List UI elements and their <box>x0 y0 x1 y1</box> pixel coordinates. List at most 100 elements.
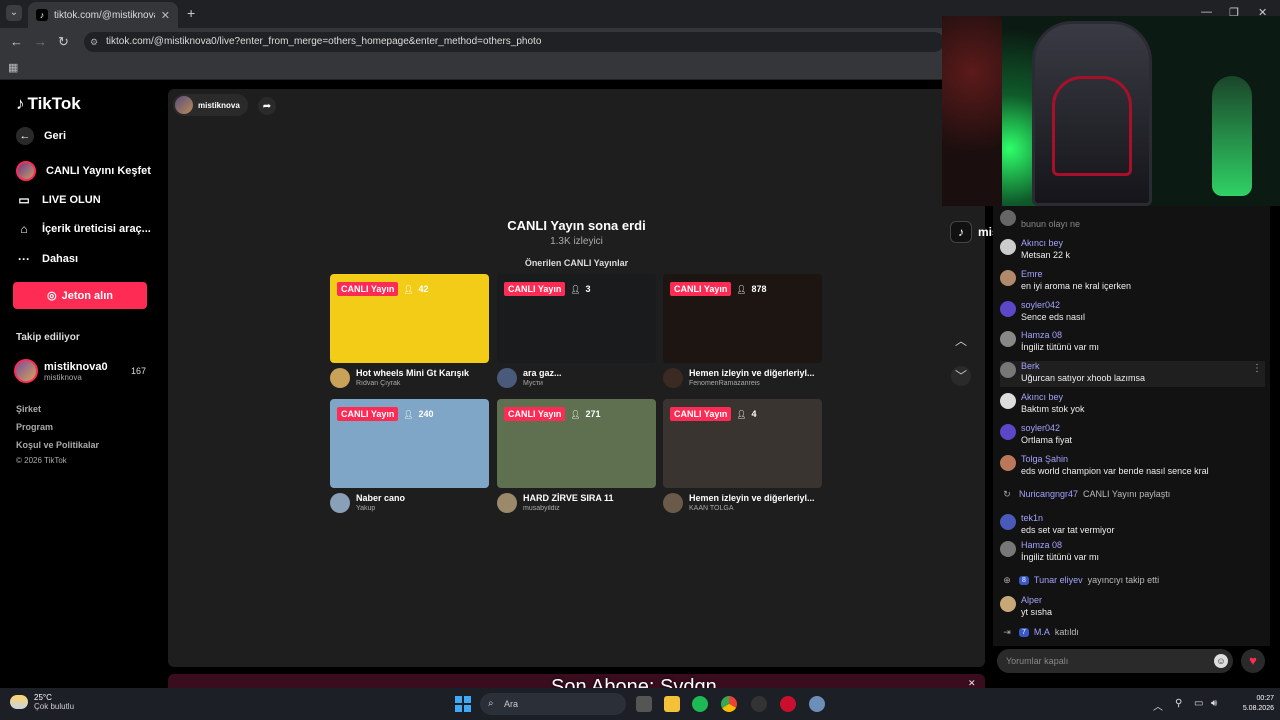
host-chip[interactable]: mistiknova <box>173 94 248 116</box>
card-title[interactable]: ara gaz... <box>523 368 655 378</box>
card-thumbnail[interactable]: CANLI Yayın 👤︎ 4 <box>663 399 822 488</box>
chat-username[interactable]: tek1n <box>1021 513 1043 523</box>
microphone-icon[interactable]: ⚲ <box>1175 698 1182 709</box>
avatar[interactable] <box>1000 455 1016 471</box>
chevron-up-icon[interactable]: ︿ <box>951 331 971 351</box>
card-thumbnail[interactable]: CANLI Yayın 👤︎ 240 <box>330 399 489 488</box>
comment-input[interactable]: Yorumlar kapalı <box>997 649 1233 673</box>
avatar[interactable] <box>497 493 517 513</box>
weather-widget[interactable]: 25°C Çok bulutlu <box>10 693 74 711</box>
following-user[interactable]: mistiknova0 mistiknova 167 <box>14 357 146 385</box>
recommended-live-card[interactable]: CANLI Yayın 👤︎ 4 Hemen izleyin ve diğerleri… <box>663 399 822 513</box>
tiktok-logo[interactable]: ♪ TikTok <box>16 94 81 114</box>
sidebar-item-more[interactable]: ··· Dahası <box>16 251 78 267</box>
avatar[interactable] <box>1000 362 1016 378</box>
avatar[interactable] <box>1000 301 1016 317</box>
avatar[interactable] <box>330 368 350 388</box>
card-title[interactable]: Hemen izleyin ve diğerleriyl... <box>689 368 821 378</box>
avatar[interactable] <box>497 368 517 388</box>
message-more-icon[interactable]: ⋮ <box>1252 363 1262 374</box>
avatar[interactable] <box>1000 424 1016 440</box>
avatar[interactable] <box>1000 210 1016 226</box>
card-thumbnail[interactable]: CANLI Yayın 👤︎ 878 <box>663 274 822 363</box>
avatar[interactable] <box>1000 331 1016 347</box>
taskbar-clock[interactable]: 00:27 5.08.2026 <box>1230 694 1274 714</box>
chat-message[interactable]: Akıncı bey Baktım stok yok <box>1000 392 1265 418</box>
chat-username[interactable]: Tunar eliyev <box>1034 575 1083 585</box>
display-icon[interactable]: ▭ <box>1194 698 1203 709</box>
tab-search-icon[interactable]: ⌄ <box>6 5 22 21</box>
chat-username[interactable]: Berk <box>1021 361 1040 371</box>
chat-message[interactable]: Emre en iyi aroma ne kral içerken <box>1000 269 1265 295</box>
card-user[interactable]: Yakup <box>356 505 488 512</box>
chat-username[interactable]: soyler042 <box>1021 300 1060 310</box>
card-thumbnail[interactable]: CANLI Yayın 👤︎ 42 <box>330 274 489 363</box>
tab-close-icon[interactable]: ✕ <box>161 9 170 22</box>
get-coins-button[interactable]: ◎ Jeton alın <box>13 282 147 309</box>
volume-icon[interactable]: 🔊︎ <box>1211 698 1217 709</box>
spotify-icon[interactable] <box>692 696 708 712</box>
sidebar-item-go-live[interactable]: ▭ LIVE OLUN <box>16 192 100 208</box>
recommended-live-card[interactable]: CANLI Yayın 👤︎ 240 Naber cano Yakup <box>330 399 489 513</box>
card-title[interactable]: Hemen izleyin ve diğerleriyl... <box>689 493 821 503</box>
chat-message[interactable]: Hamza 08 İngiliz tütünü var mı <box>1000 330 1265 356</box>
chat-username[interactable]: Akıncı bey <box>1021 392 1063 402</box>
new-tab-icon[interactable]: + <box>187 5 195 21</box>
emoji-icon[interactable]: ☺ <box>1214 654 1228 668</box>
chat-username[interactable]: Hamza 08 <box>1021 540 1062 550</box>
back-icon[interactable]: ← <box>10 34 23 49</box>
sidebar-item-explore-live[interactable]: CANLI Yayını Keşfet <box>16 161 151 181</box>
chat-message[interactable]: Akıncı bey Metsan 22 k <box>1000 238 1265 264</box>
avatar[interactable] <box>663 368 683 388</box>
chat-message[interactable]: Hamza 08 İngiliz tütünü var mı <box>1000 540 1265 566</box>
avatar[interactable] <box>1000 514 1016 530</box>
chat-username[interactable]: Hamza 08 <box>1021 330 1062 340</box>
reload-icon[interactable]: ↻ <box>58 34 69 50</box>
chrome-icon[interactable] <box>721 696 737 712</box>
windows-start-icon[interactable] <box>455 696 471 712</box>
avatar[interactable] <box>1000 270 1016 286</box>
card-title[interactable]: Naber cano <box>356 493 488 503</box>
like-heart-button[interactable]: ♥ <box>1241 649 1265 673</box>
chat-message[interactable]: bunun olayı ne <box>1000 210 1265 230</box>
tray-chevron-icon[interactable]: ︿ <box>1153 698 1163 713</box>
avatar[interactable] <box>330 493 350 513</box>
site-info-icon[interactable]: ⚙ <box>90 32 98 52</box>
apps-grid-icon[interactable]: ▦ <box>8 61 18 74</box>
chat-username[interactable]: Akıncı bey <box>1021 238 1063 248</box>
card-thumbnail[interactable]: CANLI Yayın 👤︎ 3 <box>497 274 656 363</box>
card-title[interactable]: Hot wheels Mini Gt Karışık <box>356 368 488 378</box>
sidebar-item-creator-tools[interactable]: ⌂ İçerik üreticisi araç... <box>16 221 150 237</box>
chat-message[interactable]: soyler042 Sence eds nasıl <box>1000 300 1265 326</box>
chat-username[interactable]: Alper <box>1021 595 1042 605</box>
recommended-live-card[interactable]: CANLI Yayın 👤︎ 3 ara gaz... Мусти <box>497 274 656 388</box>
chevron-down-icon[interactable]: ﹀ <box>951 366 971 386</box>
chat-username[interactable]: Emre <box>1021 269 1043 279</box>
card-user[interactable]: Rıdvan Çıyrak <box>356 380 488 387</box>
avatar[interactable] <box>1000 239 1016 255</box>
card-title[interactable]: HARD ZİRVE SIRA 11 <box>523 493 655 503</box>
avatar[interactable] <box>1000 596 1016 612</box>
avatar[interactable] <box>1000 393 1016 409</box>
chat-message[interactable]: Berk Uğurcan satıyor xhoob lazımsa <box>1000 361 1265 387</box>
card-user[interactable]: musabyildiz <box>523 505 655 512</box>
forward-icon[interactable]: → <box>34 34 47 49</box>
footer-company-link[interactable]: Şirket <box>16 404 41 414</box>
taskbar-search[interactable]: ⌕ Ara <box>480 693 626 715</box>
avatar[interactable] <box>663 493 683 513</box>
chat-username[interactable]: M.A <box>1034 627 1050 637</box>
recommended-live-card[interactable]: CANLI Yayın 👤︎ 878 Hemen izleyin ve diğerle… <box>663 274 822 388</box>
card-user[interactable]: Мусти <box>523 380 655 387</box>
settings-gear-icon[interactable] <box>809 696 825 712</box>
opera-icon[interactable] <box>780 696 796 712</box>
file-explorer-icon[interactable] <box>664 696 680 712</box>
chat-message[interactable]: tek1n eds set var tat vermiyor <box>1000 513 1265 539</box>
chat-message[interactable]: Alper yt sısha <box>1000 595 1265 621</box>
footer-terms-link[interactable]: Koşul ve Politikalar <box>16 440 99 450</box>
sidebar-item-back[interactable]: ← Geri <box>16 127 66 145</box>
chat-username[interactable]: soyler042 <box>1021 423 1060 433</box>
avatar[interactable] <box>1000 541 1016 557</box>
obs-icon[interactable] <box>751 696 767 712</box>
chat-message[interactable]: soyler042 Ortlama fiyat <box>1000 423 1265 449</box>
card-thumbnail[interactable]: CANLI Yayın 👤︎ 271 <box>497 399 656 488</box>
